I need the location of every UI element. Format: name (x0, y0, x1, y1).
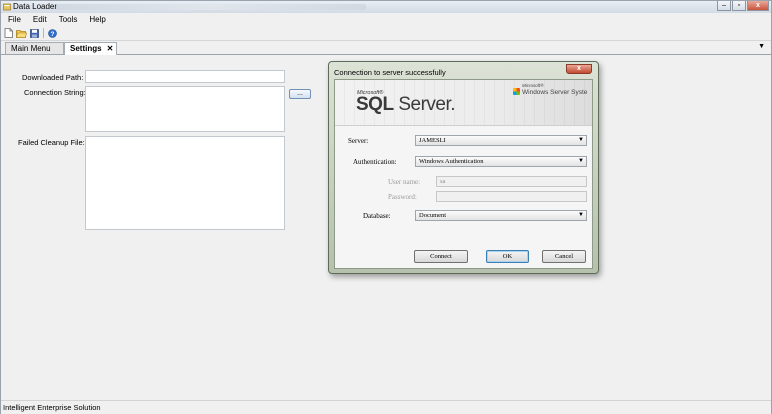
sql-server-banner: Microsoft® SQL Server. Microsoft® Window… (335, 80, 592, 126)
username-label: User name: (388, 178, 421, 186)
tab-main-menu[interactable]: Main Menu (5, 42, 64, 54)
main-window: Data Loader – ▫ x File Edit Tools Help ? (0, 0, 772, 414)
status-text: Intelligent Enterprise Solution (3, 403, 101, 412)
dialog-close-button[interactable]: x (566, 64, 592, 74)
close-tab-icon[interactable]: ✕ (107, 44, 114, 53)
connection-string-input[interactable] (85, 86, 285, 132)
menu-tools[interactable]: Tools (52, 13, 83, 26)
menu-edit[interactable]: Edit (26, 13, 52, 26)
authentication-label: Authentication: (353, 158, 397, 166)
window-title: Data Loader (13, 2, 58, 11)
blurred-title-detail (56, 4, 366, 10)
authentication-combobox[interactable]: Windows Authentication ▼ (415, 156, 587, 167)
dialog-title: Connection to server successfully (334, 68, 446, 77)
connection-string-label: Connection String: (24, 88, 86, 97)
title-bar: Data Loader – ▫ x (1, 1, 771, 13)
status-bar: Intelligent Enterprise Solution (1, 400, 771, 414)
help-icon[interactable]: ? (47, 28, 58, 39)
failed-cleanup-label: Failed Cleanup File: (18, 138, 85, 147)
save-icon[interactable] (29, 28, 40, 39)
server-label: Server: (348, 137, 369, 145)
username-input[interactable]: sa (436, 176, 587, 187)
connect-button[interactable]: Connect (414, 250, 468, 263)
downloaded-path-input[interactable] (85, 70, 285, 83)
toolbar: ? (1, 26, 771, 41)
close-window-button[interactable]: x (747, 1, 769, 11)
minimize-button[interactable]: – (717, 1, 731, 11)
failed-cleanup-input[interactable] (85, 136, 285, 230)
toolbar-separator (43, 28, 44, 38)
new-icon[interactable] (3, 28, 14, 39)
menu-file[interactable]: File (1, 13, 26, 26)
chevron-down-icon: ▼ (578, 137, 584, 143)
tab-label: Settings (70, 44, 102, 53)
downloaded-path-label: Downloaded Path: (22, 73, 84, 82)
database-combobox[interactable]: Document ▼ (415, 210, 587, 221)
password-input[interactable] (436, 191, 587, 202)
app-icon (3, 3, 11, 11)
tab-list-dropdown-icon[interactable]: ▼ (758, 43, 765, 50)
password-label: Password: (388, 193, 417, 201)
chevron-down-icon: ▼ (578, 158, 584, 164)
menu-bar: File Edit Tools Help (1, 13, 771, 26)
windows-server-system-logo: Microsoft® Windows Server Syste (513, 83, 587, 96)
cancel-button[interactable]: Cancel (542, 250, 586, 263)
tab-strip: Main Menu Settings ✕ ▼ (1, 41, 771, 55)
tab-label: Main Menu (11, 44, 51, 53)
database-label: Database: (363, 212, 391, 220)
open-icon[interactable] (16, 28, 27, 39)
tab-settings[interactable]: Settings ✕ (64, 42, 117, 55)
sql-server-logo: SQL Server. (356, 94, 456, 115)
ok-button[interactable]: OK (486, 250, 529, 263)
chevron-down-icon: ▼ (578, 212, 584, 218)
server-combobox[interactable]: JAMESLI ▼ (415, 135, 587, 146)
windows-flag-icon (513, 88, 520, 95)
connection-dialog: Connection to server successfully x Micr… (328, 61, 599, 274)
svg-text:?: ? (51, 31, 55, 38)
maximize-button[interactable]: ▫ (732, 1, 746, 11)
menu-help[interactable]: Help (82, 13, 110, 26)
dialog-body: Microsoft® SQL Server. Microsoft® Window… (334, 79, 593, 269)
browse-button[interactable]: ... (289, 89, 311, 99)
